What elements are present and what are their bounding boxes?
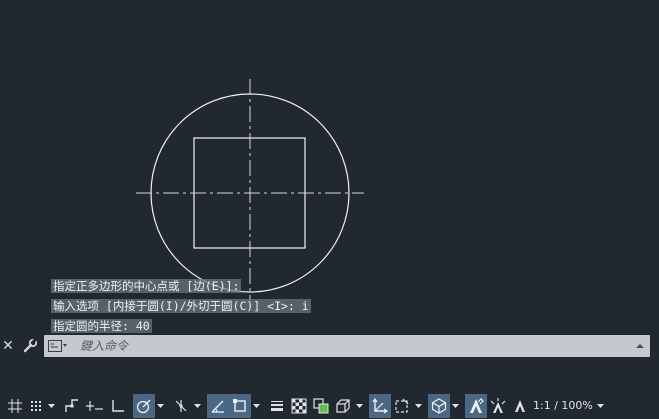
infer-constraints-button[interactable] (61, 394, 83, 418)
command-history-line: 指定正多边形的中心点或 [边(E)]: (51, 279, 242, 293)
annotation-scale-button[interactable] (509, 394, 531, 418)
infer-constraints-icon (65, 398, 78, 412)
grid-icon (8, 398, 22, 413)
3d-object-snap-menu-button[interactable] (354, 394, 365, 418)
transparency-button[interactable] (288, 394, 310, 418)
gizmo-icon (431, 397, 447, 414)
polar-tracking-button[interactable] (133, 393, 155, 418)
selection-filter-menu-button[interactable] (413, 394, 424, 418)
selection-filter-button[interactable] (391, 394, 413, 418)
dynamic-ucs-icon (372, 397, 388, 413)
dynamic-ucs-button[interactable] (369, 393, 391, 418)
annotation-scale-icon (515, 399, 525, 412)
3d-osnap-icon (336, 398, 350, 413)
3d-object-snap-button[interactable] (332, 394, 354, 418)
selection-filter-icon (395, 398, 409, 413)
auto-scale-button[interactable] (487, 394, 509, 418)
snap-menu-button[interactable] (46, 394, 57, 418)
isodraft-icon (175, 399, 187, 412)
polar-menu-button[interactable] (155, 394, 166, 418)
close-icon: ✕ (2, 338, 14, 354)
object-snap-icon (233, 398, 246, 412)
dynamic-input-icon (86, 400, 103, 411)
selection-cycling-icon (313, 397, 329, 413)
scale-menu-button[interactable] (595, 394, 606, 418)
command-history-line: 指定圆的半径: 40 (51, 319, 152, 333)
isodraft-menu-button[interactable] (192, 394, 203, 418)
command-input[interactable] (80, 337, 630, 355)
polar-icon (136, 399, 151, 413)
ortho-icon (112, 399, 124, 412)
object-snap-tracking-icon (211, 400, 224, 413)
snap-button[interactable] (26, 394, 46, 418)
isodraft-button[interactable] (170, 394, 192, 418)
object-snap-button[interactable] (229, 393, 251, 418)
wrench-icon (23, 338, 38, 353)
transparency-icon (291, 398, 307, 413)
gizmo-button[interactable] (428, 393, 450, 418)
close-command-line-button[interactable]: ✕ (0, 335, 16, 357)
chevron-down-icon (415, 403, 422, 408)
status-bar: 1:1 / 100% (0, 392, 659, 419)
snap-icon (31, 400, 41, 411)
gizmo-menu-button[interactable] (450, 394, 461, 418)
annotation-visibility-button[interactable] (465, 393, 487, 418)
command-input-field[interactable] (44, 335, 650, 357)
chevron-up-icon (636, 344, 644, 348)
chevron-down-icon (596, 403, 604, 408)
customize-button[interactable] (20, 335, 40, 357)
command-history-toggle[interactable] (634, 335, 646, 357)
annotation-visibility-icon (470, 397, 484, 413)
chevron-down-icon (48, 403, 55, 408)
chevron-down-icon (157, 403, 164, 408)
auto-scale-icon (490, 397, 506, 413)
object-snap-tracking-button[interactable] (207, 393, 229, 418)
chevron-down-icon (452, 403, 459, 408)
grid-button[interactable] (4, 394, 26, 418)
lineweight-icon (271, 400, 283, 411)
scale-label: 1:1 / 100% (533, 399, 593, 412)
selection-cycling-button[interactable] (310, 394, 332, 418)
dynamic-input-button[interactable] (83, 394, 107, 418)
chevron-down-icon (194, 403, 201, 408)
chevron-down-icon (253, 403, 260, 408)
lineweight-button[interactable] (266, 394, 288, 418)
command-prompt-icon[interactable] (48, 340, 68, 352)
command-line-bar: ✕ (0, 335, 659, 357)
command-history-line: 输入选项 [内接于圆(I)/外切于圆(C)] <I>: i (51, 299, 311, 313)
ortho-button[interactable] (107, 394, 129, 418)
object-snap-menu-button[interactable] (251, 394, 262, 418)
chevron-down-icon (356, 403, 363, 408)
scale-display[interactable]: 1:1 / 100% (531, 394, 595, 418)
